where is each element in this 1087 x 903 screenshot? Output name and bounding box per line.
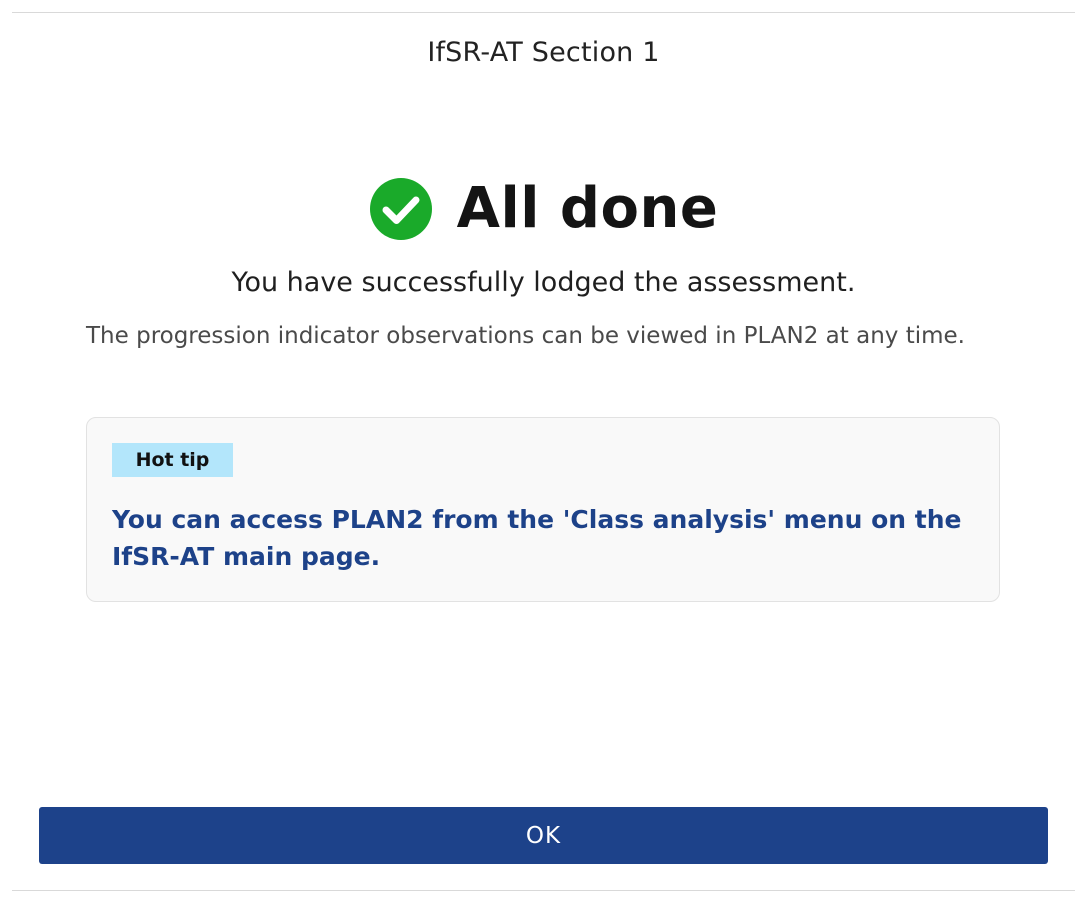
- completion-dialog: IfSR-AT Section 1 All done You have succ…: [12, 12, 1075, 891]
- success-message: You have successfully lodged the assessm…: [231, 267, 856, 298]
- hot-tip-box: Hot tip You can access PLAN2 from the 'C…: [86, 417, 1000, 602]
- hot-tip-badge: Hot tip: [112, 443, 233, 477]
- check-circle-icon: [369, 178, 432, 240]
- hot-tip-text: You can access PLAN2 from the 'Class ana…: [112, 505, 962, 571]
- completion-heading: All done: [456, 176, 719, 241]
- completion-heading-row: All done: [12, 177, 1075, 241]
- info-message: The progression indicator observations c…: [86, 323, 965, 349]
- ok-button[interactable]: OK: [39, 807, 1048, 864]
- dialog-title: IfSR-AT Section 1: [427, 37, 660, 68]
